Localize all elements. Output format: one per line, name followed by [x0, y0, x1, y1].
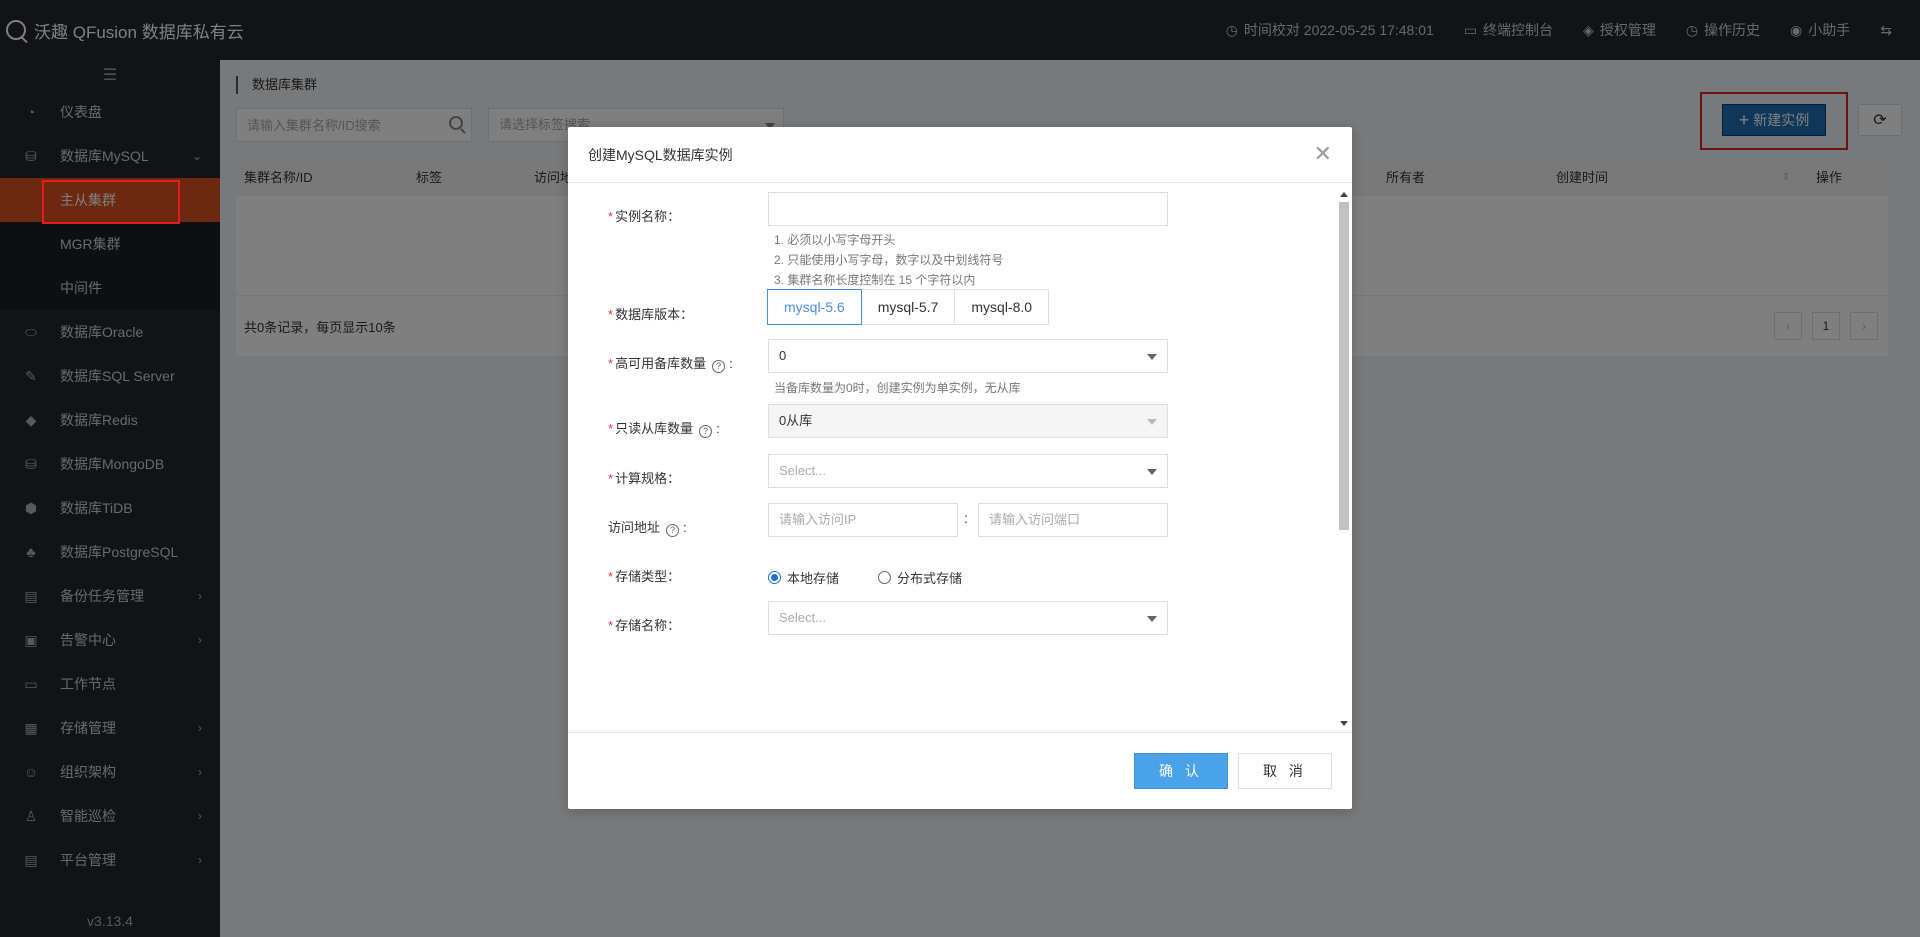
- help-icon[interactable]: ?: [699, 425, 713, 438]
- label-text: 存储类型：: [615, 569, 681, 584]
- ha-count-value: 0: [779, 348, 787, 363]
- spec-placeholder: Select...: [779, 463, 826, 478]
- label-text: 存储名称：: [615, 618, 681, 633]
- ha-count-select[interactable]: 0: [768, 339, 1168, 373]
- name-hint-1: 1. 必须以小写字母开头: [774, 233, 896, 247]
- label-text: 访问地址: [608, 520, 661, 535]
- dialog-header: 创建MySQL数据库实例 ✕: [568, 127, 1352, 183]
- port-placeholder: 请输入访问端口: [989, 512, 1081, 527]
- ha-count-label: * 高可用备库数量?:: [608, 356, 733, 373]
- label-text: 计算规格：: [615, 471, 681, 486]
- readonly-count-label: * 只读从库数量?:: [608, 421, 720, 438]
- cancel-button[interactable]: 取 消: [1238, 753, 1332, 789]
- caret-down-icon: [1147, 616, 1157, 622]
- storage-type-label: * 存储类型：: [608, 569, 681, 584]
- version-option-5-7[interactable]: mysql-5.7: [860, 289, 956, 325]
- access-port-input[interactable]: 请输入访问端口: [978, 503, 1168, 537]
- dialog-body: * 实例名称： 1. 必须以小写字母开头 2. 只能使用小写字母，数字以及中划线符…: [568, 184, 1352, 732]
- confirm-button[interactable]: 确 认: [1134, 753, 1228, 789]
- ip-placeholder: 请输入访问IP: [779, 512, 857, 527]
- dialog-footer: 确 认 取 消: [568, 732, 1352, 809]
- radio-label: 本地存储: [787, 571, 840, 586]
- scroll-up-icon[interactable]: [1340, 192, 1348, 197]
- readonly-count-select: 0从库: [768, 404, 1168, 438]
- close-icon[interactable]: ✕: [1314, 143, 1332, 165]
- storage-distributed-radio[interactable]: 分布式存储: [878, 568, 962, 587]
- access-address-label: 访问地址?:: [608, 520, 687, 537]
- storage-name-placeholder: Select...: [779, 610, 826, 625]
- radio-label: 分布式存储: [897, 571, 963, 586]
- help-icon[interactable]: ?: [712, 360, 726, 373]
- help-icon[interactable]: ?: [666, 524, 680, 537]
- address-separator: :: [964, 510, 968, 526]
- ha-hint: 当备库数量为0时，创建实例为单实例，无从库: [774, 381, 1021, 395]
- version-option-8-0[interactable]: mysql-8.0: [954, 289, 1050, 325]
- dialog-scrollbar[interactable]: [1338, 186, 1350, 730]
- name-hint-3: 3. 集群名称长度控制在 15 个字符以内: [774, 273, 976, 287]
- caret-down-icon: [1147, 469, 1157, 475]
- caret-down-icon: [1147, 419, 1157, 425]
- label-text: 数据库版本：: [615, 307, 694, 322]
- instance-name-label: * 实例名称：: [608, 209, 681, 224]
- readonly-count-value: 0从库: [779, 413, 813, 428]
- spec-label: * 计算规格：: [608, 471, 681, 486]
- instance-name-input[interactable]: [768, 192, 1168, 226]
- scroll-down-icon[interactable]: [1340, 721, 1348, 726]
- access-ip-input[interactable]: 请输入访问IP: [768, 503, 958, 537]
- spec-select[interactable]: Select...: [768, 454, 1168, 488]
- label-text: 只读从库数量: [615, 421, 694, 436]
- version-selector: mysql-5.6 mysql-5.7 mysql-8.0: [767, 289, 1050, 325]
- scrollbar-thumb[interactable]: [1339, 202, 1349, 530]
- caret-down-icon: [1147, 354, 1157, 360]
- create-instance-dialog: 创建MySQL数据库实例 ✕ * 实例名称： 1. 必须以小写字母开头 2. 只能…: [568, 127, 1352, 809]
- db-version-label: * 数据库版本：: [608, 307, 694, 322]
- version-option-5-6[interactable]: mysql-5.6: [767, 289, 862, 325]
- dialog-title: 创建MySQL数据库实例: [588, 146, 733, 163]
- radio-unchecked-icon: [878, 571, 891, 584]
- label-text: 实例名称：: [615, 209, 681, 224]
- label-text: 高可用备库数量: [615, 356, 707, 371]
- storage-name-select[interactable]: Select...: [768, 601, 1168, 635]
- storage-local-radio[interactable]: 本地存储: [768, 568, 839, 587]
- name-hint-2: 2. 只能使用小写字母，数字以及中划线符号: [774, 253, 1004, 267]
- radio-checked-icon: [768, 571, 781, 584]
- storage-name-label: * 存储名称：: [608, 618, 681, 633]
